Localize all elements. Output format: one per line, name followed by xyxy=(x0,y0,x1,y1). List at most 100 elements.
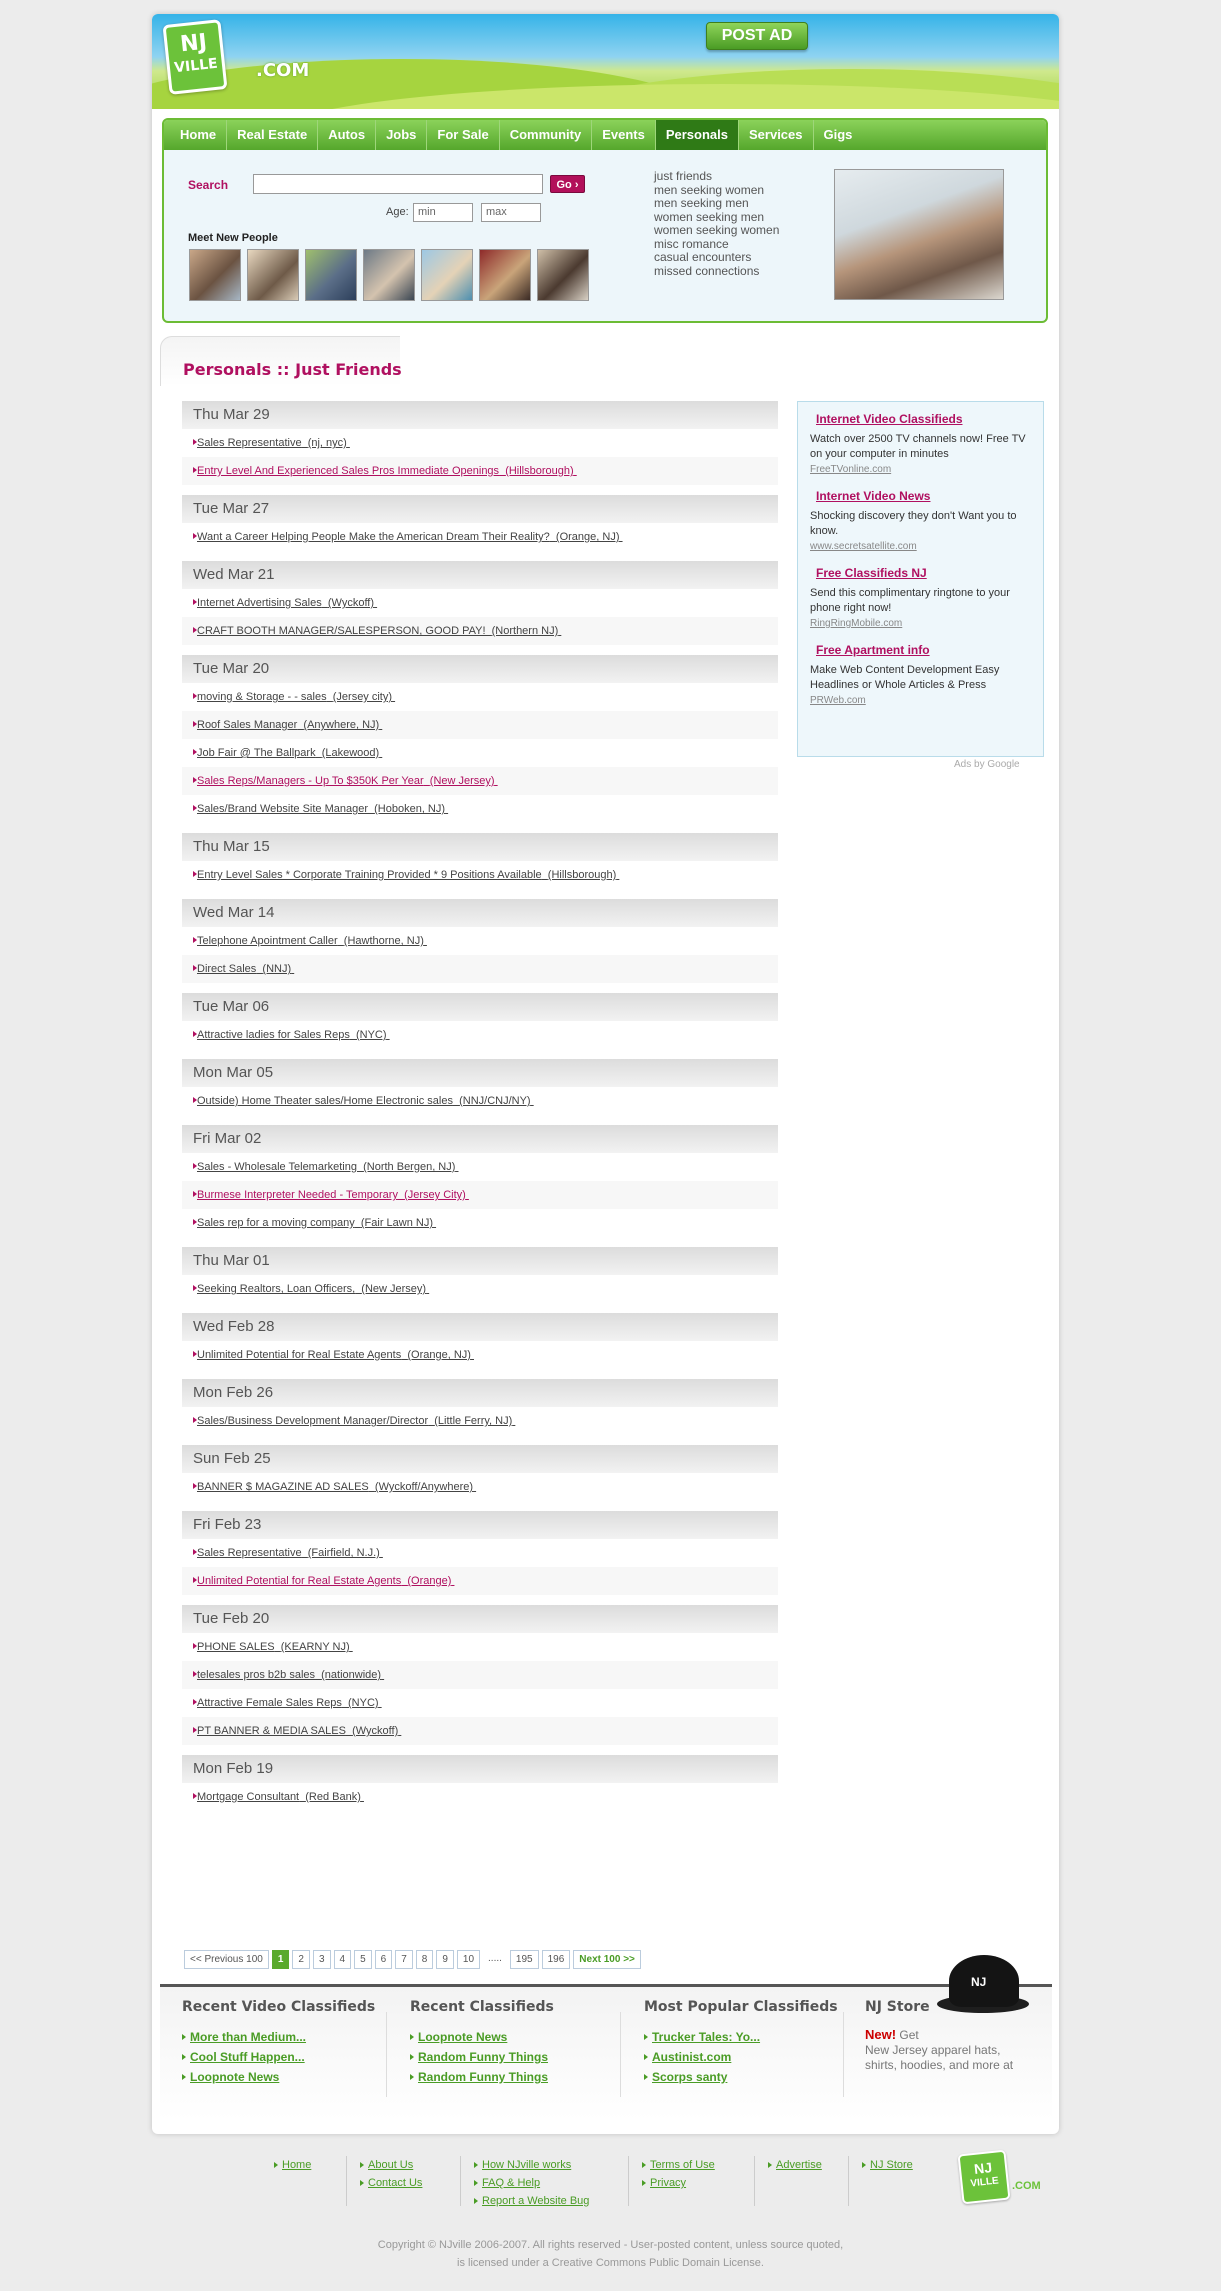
ad-title-link[interactable]: Internet Video Classifieds xyxy=(816,412,1031,426)
listing-row[interactable]: Job Fair @ The Ballpark (Lakewood) xyxy=(182,739,778,767)
nav-tab-community[interactable]: Community xyxy=(500,120,593,150)
listing-row[interactable]: Seeking Realtors, Loan Officers, (New Je… xyxy=(182,1275,778,1303)
classified-link[interactable]: Loopnote News xyxy=(182,2067,375,2087)
listing-row[interactable]: Attractive Female Sales Reps (NYC) xyxy=(182,1689,778,1717)
nav-tab-home[interactable]: Home xyxy=(170,120,228,150)
ad-title-link[interactable]: Internet Video News xyxy=(816,489,1031,503)
classified-link[interactable]: Trucker Tales: Yo... xyxy=(644,2027,838,2047)
listing-link[interactable]: Mortgage Consultant (Red Bank) xyxy=(197,1791,364,1803)
member-thumbnail[interactable] xyxy=(479,249,531,301)
footer-link[interactable]: Terms of Use xyxy=(642,2156,715,2174)
nav-tab-gigs[interactable]: Gigs xyxy=(814,120,863,150)
member-thumbnail[interactable] xyxy=(363,249,415,301)
category-link[interactable]: just friends xyxy=(654,169,779,184)
page-link[interactable]: 4 xyxy=(333,1950,352,1969)
listing-row[interactable]: Entry Level And Experienced Sales Pros I… xyxy=(182,457,778,485)
listing-link[interactable]: CRAFT BOOTH MANAGER/SALESPERSON, GOOD PA… xyxy=(197,625,561,637)
category-link[interactable]: missed connections xyxy=(654,264,779,279)
member-thumbnail[interactable] xyxy=(537,249,589,301)
listing-row[interactable]: Unlimited Potential for Real Estate Agen… xyxy=(182,1341,778,1369)
category-link[interactable]: women seeking women xyxy=(654,223,779,238)
nav-tab-for-sale[interactable]: For Sale xyxy=(427,120,500,150)
footer-link[interactable]: Advertise xyxy=(768,2156,822,2174)
age-max-input[interactable]: max xyxy=(481,203,541,222)
listing-row[interactable]: moving & Storage - - sales (Jersey city) xyxy=(182,683,778,711)
search-input[interactable] xyxy=(253,174,543,194)
listing-link[interactable]: Sales Representative (nj, nyc) xyxy=(197,437,350,449)
classified-link[interactable]: Austinist.com xyxy=(644,2047,838,2067)
listing-row[interactable]: Sales Reps/Managers - Up To $350K Per Ye… xyxy=(182,767,778,795)
listing-row[interactable]: Outside) Home Theater sales/Home Electro… xyxy=(182,1087,778,1115)
footer-link[interactable]: Privacy xyxy=(642,2174,715,2192)
listing-link[interactable]: Unlimited Potential for Real Estate Agen… xyxy=(197,1575,454,1587)
footer-link[interactable]: Contact Us xyxy=(360,2174,422,2192)
listing-row[interactable]: Direct Sales (NNJ) xyxy=(182,955,778,983)
site-logo[interactable]: NJ VILLE xyxy=(162,19,228,95)
listing-link[interactable]: Sales Reps/Managers - Up To $350K Per Ye… xyxy=(197,775,498,787)
footer-link[interactable]: Home xyxy=(274,2156,311,2174)
listing-link[interactable]: PT BANNER & MEDIA SALES (Wyckoff) xyxy=(197,1725,401,1737)
footer-logo[interactable]: NJ VILLE xyxy=(957,2149,1011,2205)
category-link[interactable]: women seeking men xyxy=(654,210,779,225)
next-page-link[interactable]: Next 100 >> xyxy=(573,1950,641,1969)
ad-title-link[interactable]: Free Apartment info xyxy=(816,643,1031,657)
classified-link[interactable]: Cool Stuff Happen... xyxy=(182,2047,375,2067)
page-link[interactable]: 2 xyxy=(292,1950,310,1969)
listing-link[interactable]: Unlimited Potential for Real Estate Agen… xyxy=(197,1349,474,1361)
page-link[interactable]: 195 xyxy=(509,1950,539,1969)
category-link[interactable]: casual encounters xyxy=(654,250,779,265)
listing-row[interactable]: Entry Level Sales * Corporate Training P… xyxy=(182,861,778,889)
listing-link[interactable]: Direct Sales (NNJ) xyxy=(197,963,294,975)
page-link[interactable]: 196 xyxy=(541,1950,571,1969)
classified-link[interactable]: Scorps santy xyxy=(644,2067,838,2087)
nav-tab-personals[interactable]: Personals xyxy=(655,120,739,150)
page-link[interactable]: 3 xyxy=(312,1950,331,1969)
go-button[interactable]: Go › xyxy=(550,175,585,193)
listing-link[interactable]: Attractive Female Sales Reps (NYC) xyxy=(197,1697,382,1709)
listing-link[interactable]: Sales/Business Development Manager/Direc… xyxy=(197,1415,515,1427)
category-link[interactable]: men seeking women xyxy=(654,183,779,198)
listing-row[interactable]: Telephone Apointment Caller (Hawthorne, … xyxy=(182,927,778,955)
previous-page-link[interactable]: << Previous 100 xyxy=(184,1950,269,1969)
ad-url-link[interactable]: RingRingMobile.com xyxy=(810,618,1031,629)
listing-row[interactable]: Sales/Brand Website Site Manager (Hoboke… xyxy=(182,795,778,823)
footer-link[interactable]: NJ Store xyxy=(862,2156,913,2174)
listing-link[interactable]: Sales Representative (Fairfield, N.J.) xyxy=(197,1547,383,1559)
ad-url-link[interactable]: PRWeb.com xyxy=(810,695,1031,706)
listing-row[interactable]: PT BANNER & MEDIA SALES (Wyckoff) xyxy=(182,1717,778,1745)
page-link[interactable]: 7 xyxy=(395,1950,413,1969)
page-link[interactable]: 5 xyxy=(354,1950,372,1969)
listing-row[interactable]: Sales Representative (nj, nyc) xyxy=(182,429,778,457)
listing-link[interactable]: Sales/Brand Website Site Manager (Hoboke… xyxy=(197,803,448,815)
age-min-input[interactable]: min xyxy=(413,203,473,222)
page-link[interactable]: 1 xyxy=(271,1950,290,1969)
nav-tab-events[interactable]: Events xyxy=(592,120,656,150)
ad-url-link[interactable]: www.secretsatellite.com xyxy=(810,541,1031,552)
nav-tab-real-estate[interactable]: Real Estate xyxy=(227,120,319,150)
listing-row[interactable]: Sales - Wholesale Telemarketing (North B… xyxy=(182,1153,778,1181)
post-ad-button[interactable]: POST AD xyxy=(706,22,808,50)
footer-link[interactable]: FAQ & Help xyxy=(474,2174,589,2192)
footer-link[interactable]: About Us xyxy=(360,2156,422,2174)
listing-link[interactable]: Job Fair @ The Ballpark (Lakewood) xyxy=(197,747,382,759)
ad-title-link[interactable]: Free Classifieds NJ xyxy=(816,566,1031,580)
listing-row[interactable]: Sales rep for a moving company (Fair Law… xyxy=(182,1209,778,1237)
page-link[interactable]: 8 xyxy=(415,1950,434,1969)
listing-row[interactable]: Sales Representative (Fairfield, N.J.) xyxy=(182,1539,778,1567)
member-thumbnail[interactable] xyxy=(305,249,357,301)
listing-link[interactable]: Outside) Home Theater sales/Home Electro… xyxy=(197,1095,534,1107)
page-link[interactable]: 6 xyxy=(374,1950,393,1969)
listing-row[interactable]: Internet Advertising Sales (Wyckoff) xyxy=(182,589,778,617)
listing-link[interactable]: moving & Storage - - sales (Jersey city) xyxy=(197,691,395,703)
listing-row[interactable]: Burmese Interpreter Needed - Temporary (… xyxy=(182,1181,778,1209)
footer-link[interactable]: Report a Website Bug xyxy=(474,2192,589,2210)
listing-link[interactable]: Burmese Interpreter Needed - Temporary (… xyxy=(197,1189,469,1201)
category-link[interactable]: men seeking men xyxy=(654,196,779,211)
ad-url-link[interactable]: FreeTVonline.com xyxy=(810,464,1031,475)
listing-link[interactable]: Sales - Wholesale Telemarketing (North B… xyxy=(197,1161,458,1173)
listing-row[interactable]: Mortgage Consultant (Red Bank) xyxy=(182,1783,778,1811)
listing-link[interactable]: BANNER $ MAGAZINE AD SALES (Wyckoff/Anyw… xyxy=(197,1481,476,1493)
nj-cap-image[interactable]: NJ xyxy=(937,1955,1029,2015)
listing-link[interactable]: Attractive ladies for Sales Reps (NYC) xyxy=(197,1029,390,1041)
listing-link[interactable]: Internet Advertising Sales (Wyckoff) xyxy=(197,597,377,609)
